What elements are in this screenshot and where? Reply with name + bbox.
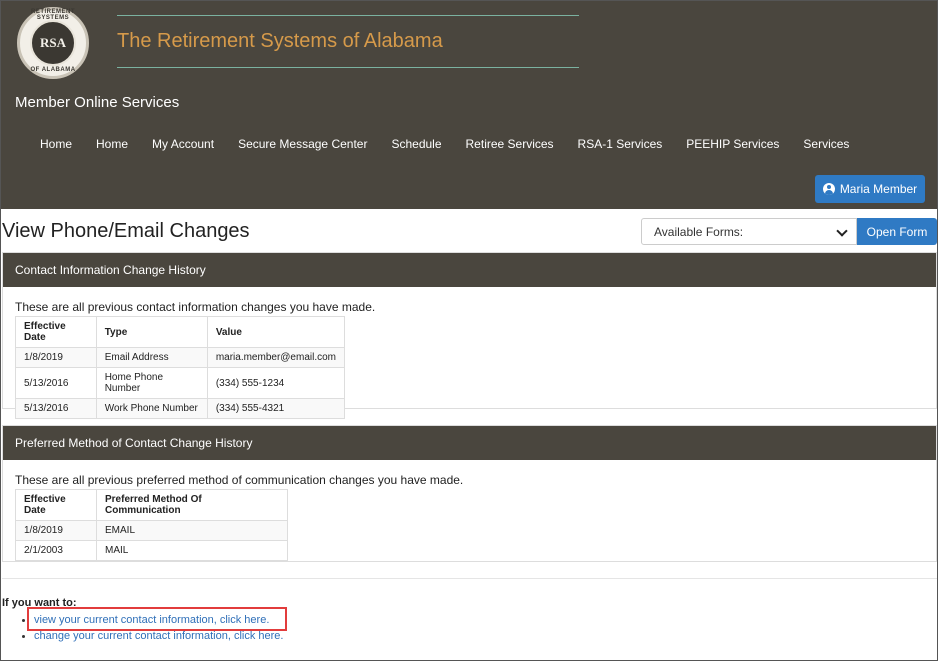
table-cell: 5/13/2016 [15, 367, 97, 399]
panel-heading: Contact Information Change History [3, 253, 936, 287]
column-header: Value [206, 316, 346, 348]
table-cell: MAIL [96, 540, 288, 561]
bullet-icon [22, 634, 25, 638]
logo-text: RSA [39, 35, 66, 50]
page-title: View Phone/Email Changes [2, 220, 250, 242]
preferred-method-panel: Preferred Method of Contact Change Histo… [2, 425, 937, 562]
site-header: RETIREMENT SYSTEMS RSA OF ALABAMA The Re… [1, 1, 937, 209]
column-header: Effective Date [15, 489, 97, 521]
nav-services[interactable]: Services [791, 135, 861, 155]
table-cell: Email Address [95, 347, 208, 368]
user-circle-icon [822, 183, 835, 195]
panel-description: These are all previous contact informati… [15, 300, 376, 314]
highlight-box [27, 607, 287, 631]
nav-secure-message-center[interactable]: Secure Message Center [226, 135, 379, 155]
contact-history-panel: Contact Information Change History These… [2, 252, 937, 419]
table-cell: 5/13/2016 [15, 398, 97, 419]
app-name: Member Online Services [15, 94, 180, 111]
nav-home-2[interactable]: Home [84, 135, 140, 155]
nav-home-1[interactable]: Home [28, 135, 84, 155]
section-divider [2, 578, 937, 579]
logo-emblem: RSA [30, 20, 76, 66]
forms-select-value: Available Forms: [654, 225, 744, 239]
table-cell: Work Phone Number [95, 398, 208, 419]
change-contact-info-link[interactable]: change your current contact information,… [34, 630, 283, 642]
table-cell: Home Phone Number [95, 367, 208, 399]
panel-body: These are all previous preferred method … [3, 460, 936, 561]
column-header: Preferred Method Of Communication [96, 489, 288, 521]
table-row: 5/13/2016 Work Phone Number (334) 555-43… [15, 398, 346, 419]
table-cell: (334) 555-1234 [206, 367, 346, 399]
open-form-button[interactable]: Open Form [857, 218, 937, 245]
table-cell: 2/1/2003 [15, 540, 97, 561]
title-rule-top [117, 15, 579, 16]
nav-retiree-services[interactable]: Retiree Services [454, 135, 566, 155]
table-cell: maria.member@email.com [206, 347, 346, 368]
table-cell: EMAIL [96, 520, 288, 541]
panel-description: These are all previous preferred method … [15, 473, 464, 487]
nav-schedule[interactable]: Schedule [379, 135, 453, 155]
user-name: Maria Member [839, 182, 918, 196]
column-header: Type [95, 316, 208, 348]
table-row: 2/1/2003 MAIL [15, 540, 288, 561]
panel-heading: Preferred Method of Contact Change Histo… [3, 426, 936, 460]
nav-peehip-services[interactable]: PEEHIP Services [674, 135, 791, 155]
title-rule-bottom [117, 67, 579, 68]
preferred-method-table: Effective Date Preferred Method Of Commu… [15, 489, 288, 561]
panel-body: These are all previous contact informati… [3, 287, 936, 419]
user-menu-button[interactable]: Maria Member [815, 175, 925, 203]
table-header-row: Effective Date Type Value [15, 316, 346, 348]
nav-my-account[interactable]: My Account [140, 135, 226, 155]
table-row: 1/8/2019 Email Address maria.member@emai… [15, 347, 346, 368]
nav-rsa1-services[interactable]: RSA-1 Services [566, 135, 675, 155]
site-title: The Retirement Systems of Alabama [117, 30, 443, 52]
table-cell: 1/8/2019 [15, 347, 97, 368]
table-cell: 1/8/2019 [15, 520, 97, 541]
rsa-logo[interactable]: RETIREMENT SYSTEMS RSA OF ALABAMA [17, 7, 89, 79]
available-forms-select[interactable]: Available Forms: [641, 218, 857, 245]
logo-arc-bottom: OF ALABAMA [30, 67, 76, 73]
table-cell: (334) 555-4321 [206, 398, 346, 419]
table-row: 1/8/2019 EMAIL [15, 520, 288, 541]
chevron-down-icon [836, 225, 848, 237]
column-header: Effective Date [15, 316, 97, 348]
main-nav: Home Home My Account Secure Message Cent… [28, 135, 861, 155]
contact-history-table: Effective Date Type Value 1/8/2019 Email… [15, 316, 346, 419]
table-header-row: Effective Date Preferred Method Of Commu… [15, 489, 288, 521]
table-row: 5/13/2016 Home Phone Number (334) 555-12… [15, 367, 346, 399]
bullet-icon [22, 618, 25, 622]
